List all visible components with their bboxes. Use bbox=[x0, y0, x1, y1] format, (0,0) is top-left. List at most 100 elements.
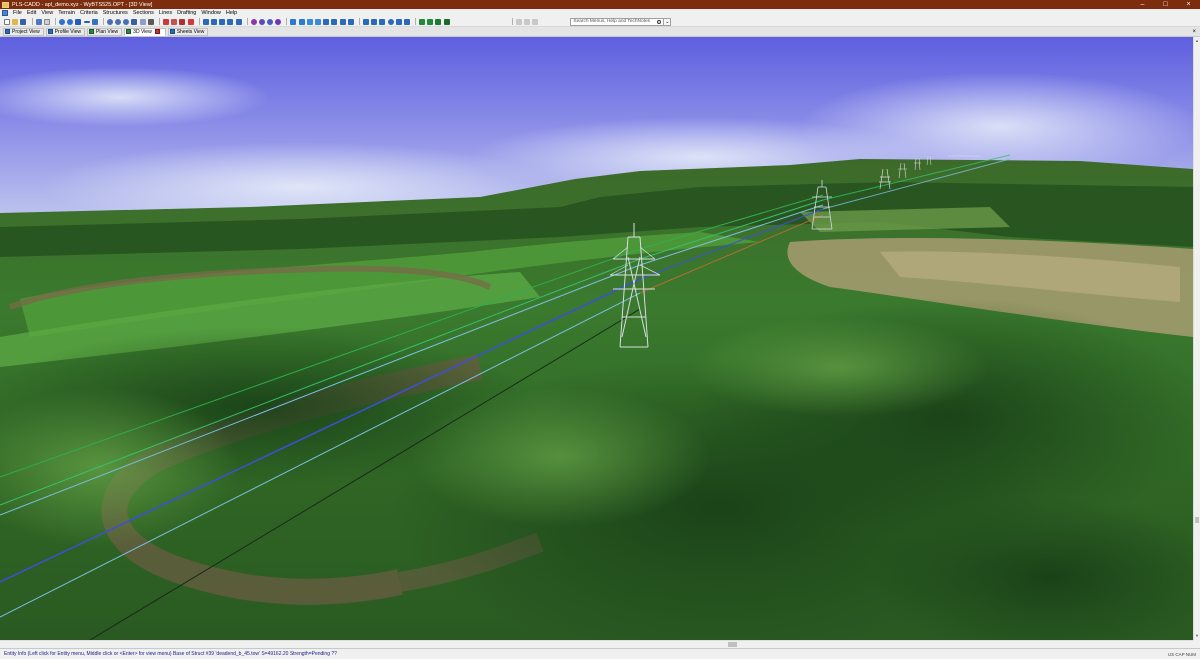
wire-icon[interactable] bbox=[362, 18, 369, 25]
toolbar-separator bbox=[54, 18, 56, 25]
survey-icon[interactable] bbox=[306, 18, 313, 25]
rotate-right-icon[interactable] bbox=[115, 18, 122, 25]
view-tab-bar: Project View Profile View Plan View 3D V… bbox=[0, 27, 1200, 37]
filter-icon[interactable] bbox=[323, 18, 330, 25]
walk-icon[interactable] bbox=[147, 18, 154, 25]
history-icon[interactable] bbox=[532, 18, 539, 25]
remove-structure-icon[interactable] bbox=[187, 18, 194, 25]
open-file-icon[interactable] bbox=[12, 18, 19, 25]
undo-icon[interactable] bbox=[515, 18, 522, 25]
report-icon[interactable] bbox=[290, 18, 297, 25]
excel-icon[interactable] bbox=[443, 18, 450, 25]
search-icon[interactable] bbox=[657, 19, 662, 24]
zoom-extents-icon[interactable] bbox=[91, 18, 98, 25]
minimize-icon[interactable]: – bbox=[1131, 0, 1154, 9]
menu-view[interactable]: View bbox=[41, 10, 53, 16]
tab-3d-view[interactable]: 3D View bbox=[124, 27, 166, 36]
clip-icon[interactable] bbox=[339, 18, 346, 25]
sag-tension-icon[interactable] bbox=[250, 18, 257, 25]
close-tab-icon[interactable] bbox=[154, 29, 160, 34]
tab-label: 3D View bbox=[133, 28, 152, 35]
clearance-icon[interactable] bbox=[258, 18, 265, 25]
vertical-scroll-thumb[interactable] bbox=[1195, 517, 1199, 523]
close-icon[interactable]: × bbox=[1177, 0, 1200, 9]
search-box[interactable]: Search Menus, Help and TechNotes bbox=[570, 17, 665, 26]
attach-icon[interactable] bbox=[371, 18, 378, 25]
target-icon[interactable] bbox=[387, 18, 394, 25]
check-icon[interactable] bbox=[267, 18, 274, 25]
toolbar: Search Menus, Help and TechNotes ⌄ bbox=[0, 17, 1200, 27]
section-join-icon[interactable] bbox=[227, 18, 234, 25]
search-placeholder: Search Menus, Help and TechNotes bbox=[573, 19, 651, 24]
move-structure-icon[interactable] bbox=[179, 18, 186, 25]
tab-profile-view[interactable]: Profile View bbox=[45, 27, 86, 36]
copy-icon[interactable] bbox=[35, 18, 42, 25]
menu-drafting[interactable]: Drafting bbox=[177, 10, 196, 16]
menu-file[interactable]: File bbox=[13, 10, 22, 16]
document-icon[interactable] bbox=[2, 10, 8, 16]
section-modify-icon[interactable] bbox=[219, 18, 226, 25]
menu-window[interactable]: Window bbox=[201, 10, 221, 16]
export-icon[interactable] bbox=[435, 18, 442, 25]
rotate-left-icon[interactable] bbox=[106, 18, 113, 25]
terrain-view-icon[interactable] bbox=[419, 18, 426, 25]
ortho-image-icon[interactable] bbox=[427, 18, 434, 25]
app-window: PLS-CADD - apl_demo.xyz - WyBTS525.OPT -… bbox=[0, 0, 1200, 659]
add-structure-icon[interactable] bbox=[163, 18, 169, 25]
print-icon[interactable] bbox=[43, 18, 50, 25]
sheets-icon bbox=[169, 29, 175, 34]
toolbar-separator bbox=[198, 18, 200, 25]
menu-sections[interactable]: Sections bbox=[133, 10, 154, 16]
section-split-icon[interactable] bbox=[235, 18, 242, 25]
menu-lines[interactable]: Lines bbox=[159, 10, 172, 16]
menu-terrain[interactable]: Terrain bbox=[58, 10, 75, 16]
new-file-icon[interactable] bbox=[4, 18, 10, 25]
zoom-minus-icon[interactable] bbox=[83, 20, 90, 23]
menu-edit[interactable]: Edit bbox=[27, 10, 36, 16]
fit-view-icon[interactable] bbox=[139, 18, 146, 25]
project-icon bbox=[5, 29, 10, 34]
toolbar-separator bbox=[286, 18, 288, 25]
status-bar: Entity Info (Left click for Entity menu,… bbox=[0, 648, 1200, 659]
refresh-icon[interactable] bbox=[123, 18, 130, 25]
tab-project-view[interactable]: Project View bbox=[3, 27, 44, 36]
scroll-down-icon[interactable]: ▼ bbox=[1195, 634, 1199, 638]
zoom-out-icon[interactable] bbox=[67, 18, 74, 25]
maximize-icon[interactable]: □ bbox=[1154, 0, 1177, 9]
toolbar-separator bbox=[159, 18, 160, 25]
insulator-icon[interactable] bbox=[275, 18, 282, 25]
table-icon[interactable] bbox=[298, 18, 305, 25]
tab-label: Plan View bbox=[96, 28, 119, 35]
zoom-in-icon[interactable] bbox=[58, 18, 65, 25]
section-start-icon[interactable] bbox=[202, 18, 209, 25]
status-indicators: US CAP NUM bbox=[1167, 651, 1196, 657]
profile-icon bbox=[47, 29, 53, 34]
menu-help[interactable]: Help bbox=[226, 10, 237, 16]
search-dropdown-icon[interactable]: ⌄ bbox=[664, 17, 672, 26]
close-view-icon[interactable]: × bbox=[1192, 29, 1196, 35]
section-end-icon[interactable] bbox=[210, 18, 217, 25]
grid-icon[interactable] bbox=[395, 18, 402, 25]
span-icon[interactable] bbox=[379, 18, 386, 25]
3d-viewport[interactable] bbox=[0, 37, 1193, 640]
toolbar-separator bbox=[358, 18, 360, 25]
redo-icon[interactable] bbox=[524, 18, 530, 25]
pan-icon[interactable] bbox=[75, 18, 82, 25]
scroll-up-icon[interactable]: ▲ bbox=[1195, 39, 1199, 43]
feature-icon[interactable] bbox=[315, 18, 321, 25]
drape-icon[interactable] bbox=[347, 18, 354, 25]
toolbar-separator bbox=[31, 18, 33, 25]
menu-structures[interactable]: Structures bbox=[103, 10, 128, 16]
horizontal-scroll-thumb[interactable] bbox=[728, 642, 737, 647]
measure-icon[interactable] bbox=[403, 18, 410, 25]
save-icon[interactable] bbox=[20, 18, 27, 25]
horizontal-scrollbar[interactable] bbox=[0, 640, 1193, 648]
menu-criteria[interactable]: Criteria bbox=[80, 10, 98, 16]
delete-structure-icon[interactable] bbox=[171, 18, 178, 25]
layer-icon[interactable] bbox=[331, 18, 338, 25]
tab-plan-view[interactable]: Plan View bbox=[87, 27, 123, 36]
view-reset-icon[interactable] bbox=[131, 18, 138, 25]
toolbar-separator bbox=[102, 18, 104, 25]
vertical-scrollbar[interactable]: ▲ ▼ bbox=[1193, 37, 1200, 640]
tab-sheets-view[interactable]: Sheets View bbox=[167, 27, 209, 36]
